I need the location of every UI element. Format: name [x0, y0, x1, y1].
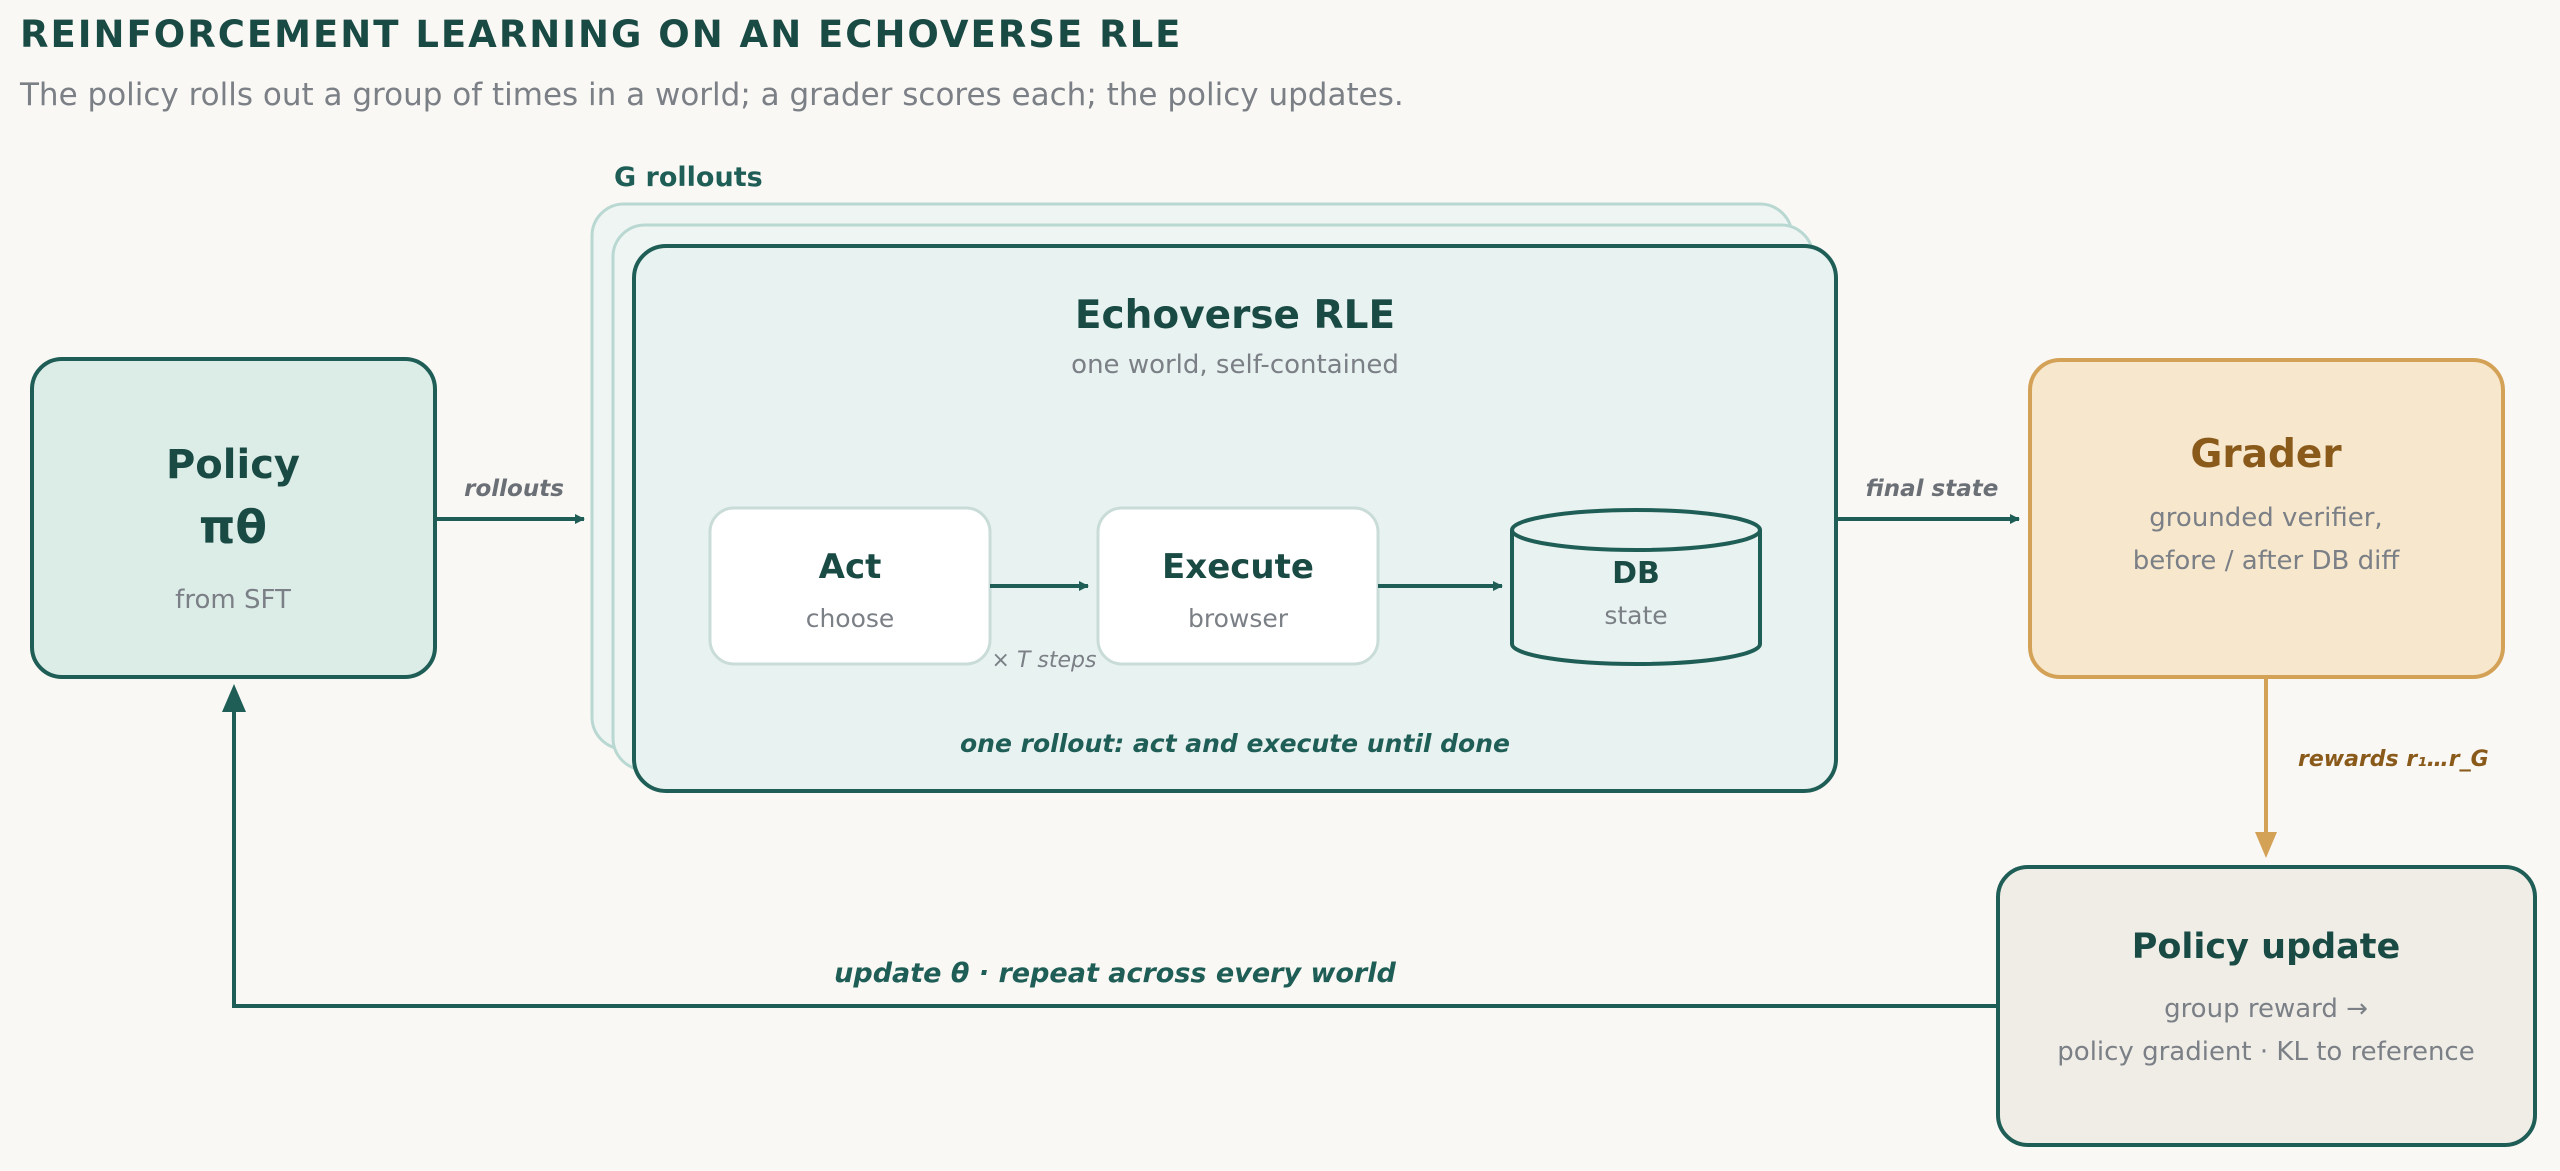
- rewards-edge: rewards r₁…r_G: [2255, 677, 2489, 858]
- rewards-arrow-head: [2255, 832, 2277, 858]
- update-loop-label: update θ · repeat across every world: [834, 958, 1396, 989]
- update-loop-arrow-head: [222, 684, 246, 712]
- final-state-label: final state: [1866, 476, 1999, 502]
- execute-title: Execute: [1162, 547, 1314, 587]
- policy-subtitle: from SFT: [175, 585, 291, 615]
- grader-title: Grader: [2190, 432, 2342, 477]
- rle-subtitle: one world, self-contained: [1071, 350, 1399, 380]
- rollouts-label: rollouts: [464, 476, 564, 502]
- db-subtitle: state: [1604, 601, 1667, 630]
- t-steps-label: × T steps: [992, 648, 1097, 673]
- policy-update-node: Policy update group reward → policy grad…: [1996, 865, 2537, 1147]
- db-cylinder-top: [1510, 508, 1762, 552]
- policy-update-title: Policy update: [2132, 927, 2401, 967]
- rle-footer: one rollout: act and execute until done: [960, 729, 1510, 758]
- rollouts-edge: rollouts: [437, 476, 585, 524]
- grader-node: Grader grounded verifier, before / after…: [2028, 358, 2505, 679]
- policy-update-line1: group reward →: [2164, 994, 2368, 1024]
- policy-title: Policy: [166, 442, 300, 488]
- rle-title: Echoverse RLE: [1075, 293, 1395, 338]
- grader-line2: before / after DB diff: [2133, 546, 2401, 576]
- grader-line1: grounded verifier,: [2149, 503, 2382, 533]
- execute-subtitle: browser: [1188, 604, 1289, 633]
- rl-diagram: Policy πθ from SFT rollouts G rollouts E…: [30, 162, 2537, 1147]
- policy-node: Policy πθ from SFT: [30, 357, 437, 679]
- rewards-label: rewards r₁…r_G: [2298, 747, 2489, 772]
- act-subtitle: choose: [806, 604, 895, 633]
- policy-update-line2: policy gradient · KL to reference: [2057, 1037, 2474, 1067]
- stack-label: G rollouts: [614, 162, 763, 193]
- final-state-edge: final state: [1836, 476, 2020, 524]
- policy-symbol: πθ: [199, 500, 267, 554]
- act-title: Act: [819, 547, 882, 587]
- rle-stack: G rollouts Echoverse RLE one world, self…: [590, 162, 1838, 793]
- db-title: DB: [1612, 556, 1660, 591]
